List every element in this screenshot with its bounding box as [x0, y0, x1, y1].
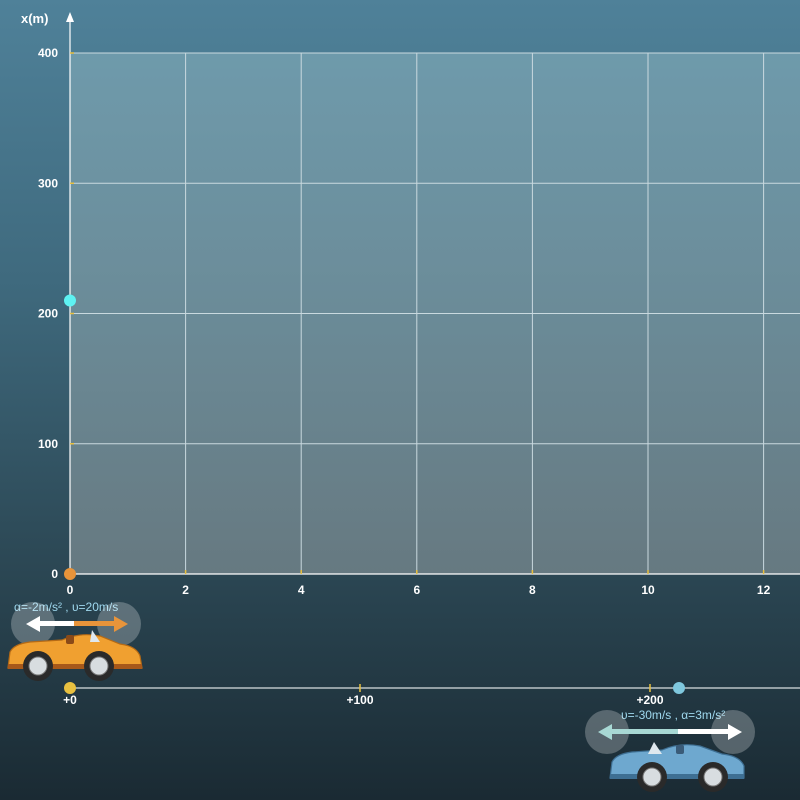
x-tick-label: 6: [413, 583, 420, 597]
y-axis-arrow-icon: [66, 12, 74, 22]
y-tick-label: 400: [38, 46, 58, 60]
hub-rear-icon: [703, 767, 723, 787]
y-tick-labels: 0 100 200 300 400: [38, 46, 74, 581]
hub-front-icon: [642, 767, 662, 787]
seat-icon: [676, 745, 684, 754]
car-position-marker-1: [673, 682, 685, 694]
y-axis-label: x(m): [21, 11, 48, 26]
kinematics-scene: x(m) 0 2 4 6 8 10 12 0100200300400 +0 +100 +200 …: [7, 11, 800, 792]
x-tick-label: 12: [757, 583, 771, 597]
position-time-chart: x(m) 0 2 4 6 8 10 12 0 100 200 300 400: [21, 11, 800, 597]
data-point-series-1: [64, 294, 76, 307]
car-blue: υ=-30m/s , α=3m/s²: [585, 708, 755, 792]
car-position-marker-0: [64, 682, 76, 694]
track-tick-label: +100: [346, 693, 373, 707]
x-tick-label: 0: [67, 583, 74, 597]
x-tick-label: 2: [182, 583, 189, 597]
acceleration-bar: [678, 729, 732, 734]
x-tick-label: 10: [641, 583, 655, 597]
track: +0 +100 +200: [63, 682, 800, 707]
hub-front-icon: [28, 656, 48, 676]
y-tick-label: 100: [38, 437, 58, 451]
data-point-series-0: [64, 568, 76, 580]
track-tick-label: +0: [63, 693, 77, 707]
acceleration-bar: [74, 621, 118, 626]
x-tick-label: 8: [529, 583, 536, 597]
y-tick-label: 0: [51, 567, 58, 581]
track-tick-label: +200: [636, 693, 663, 707]
velocity-bar: [38, 621, 74, 626]
seat-icon: [66, 635, 74, 644]
velocity-bar: [612, 729, 678, 734]
car-blue-params: υ=-30m/s , α=3m/s²: [621, 708, 725, 722]
windshield-icon: [648, 742, 662, 754]
car-orange: α=-2m/s² , υ=20m/s: [7, 600, 143, 681]
x-tick-label: 4: [298, 583, 305, 597]
hub-rear-icon: [89, 656, 109, 676]
y-tick-label: 300: [38, 176, 58, 190]
y-tick-label: 200: [38, 307, 58, 321]
